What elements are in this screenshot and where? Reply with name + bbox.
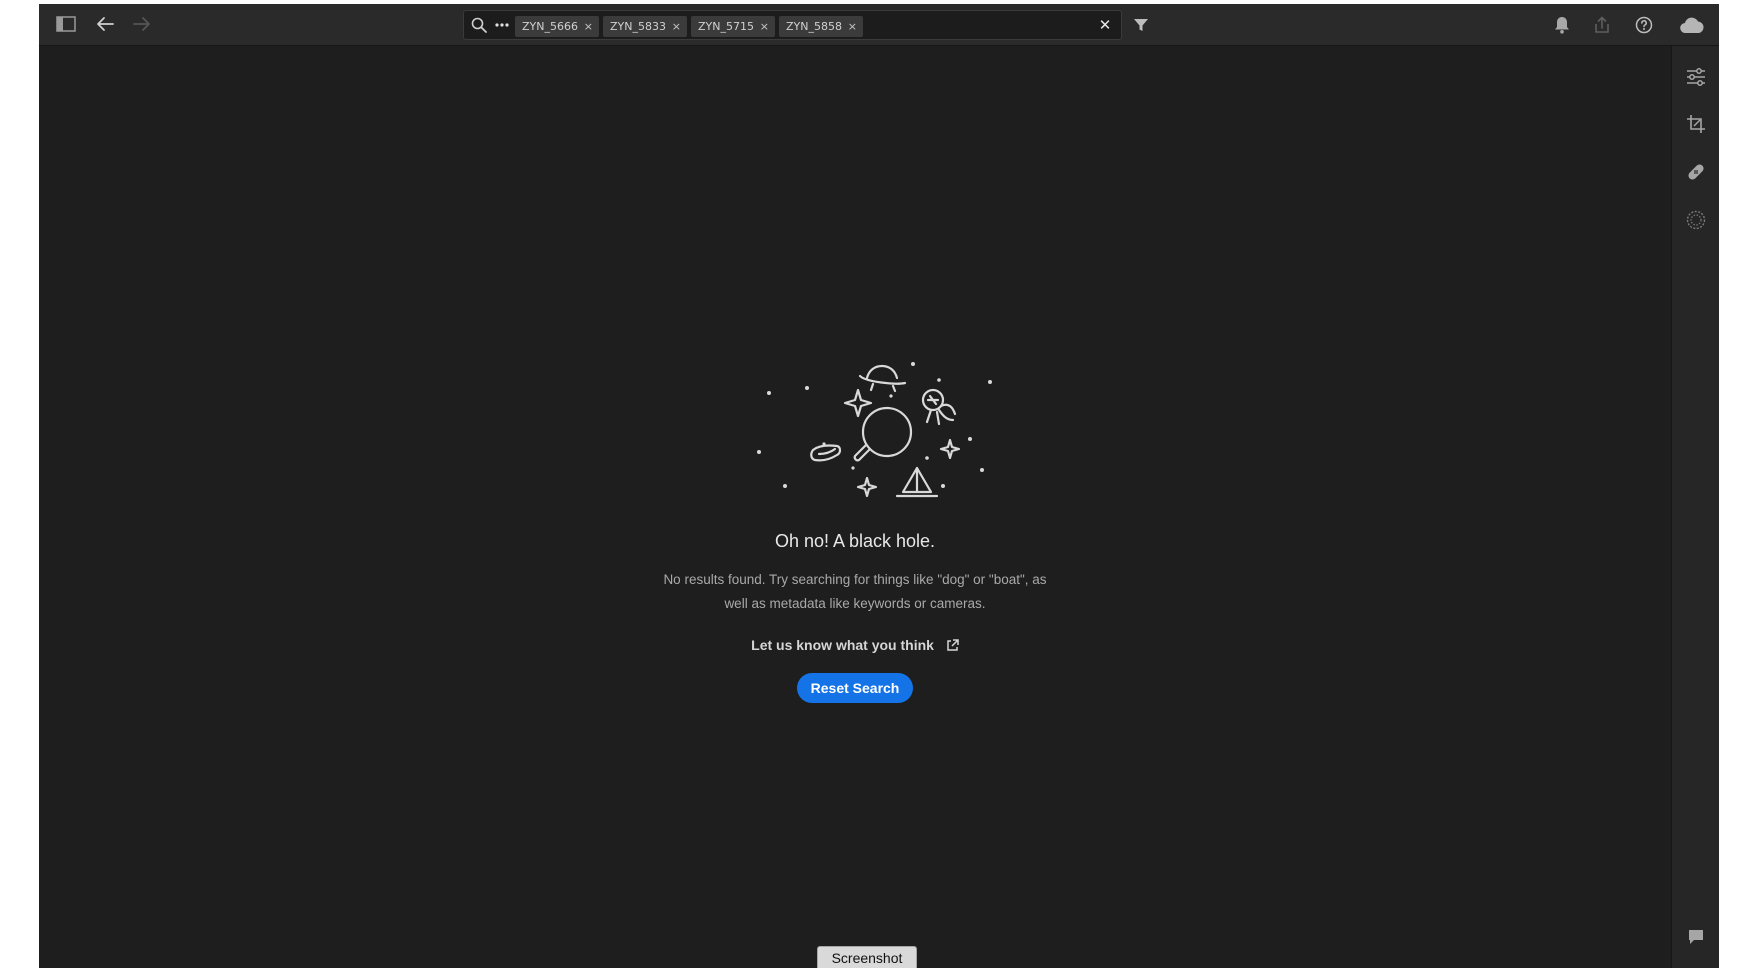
- crop-icon[interactable]: [1681, 109, 1711, 139]
- cloud-icon[interactable]: [1675, 10, 1709, 40]
- masking-icon[interactable]: [1681, 205, 1711, 235]
- reset-search-button[interactable]: Reset Search: [797, 673, 913, 703]
- screenshot-tab: Screenshot: [817, 946, 917, 968]
- feedback-link-label: Let us know what you think: [751, 637, 934, 653]
- empty-state-title: Oh no! A black hole.: [774, 531, 936, 551]
- black-hole-illustration-icon: [757, 362, 992, 498]
- app-window: ZYN_5666 × ZYN_5833 × ZYN_5715 × ZYN_585…: [39, 4, 1719, 968]
- bandage-icon[interactable]: [1681, 157, 1711, 187]
- sliders-icon[interactable]: [1681, 62, 1711, 92]
- empty-state-description: No results found. Try searching for thin…: [663, 572, 1047, 611]
- right-tool-rail: [1671, 46, 1719, 968]
- empty-state: Oh no! A black hole. No results found. T…: [39, 4, 1671, 968]
- external-link-icon: [947, 639, 959, 651]
- comment-icon[interactable]: [1681, 922, 1711, 952]
- feedback-link[interactable]: Let us know what you think: [39, 636, 1671, 654]
